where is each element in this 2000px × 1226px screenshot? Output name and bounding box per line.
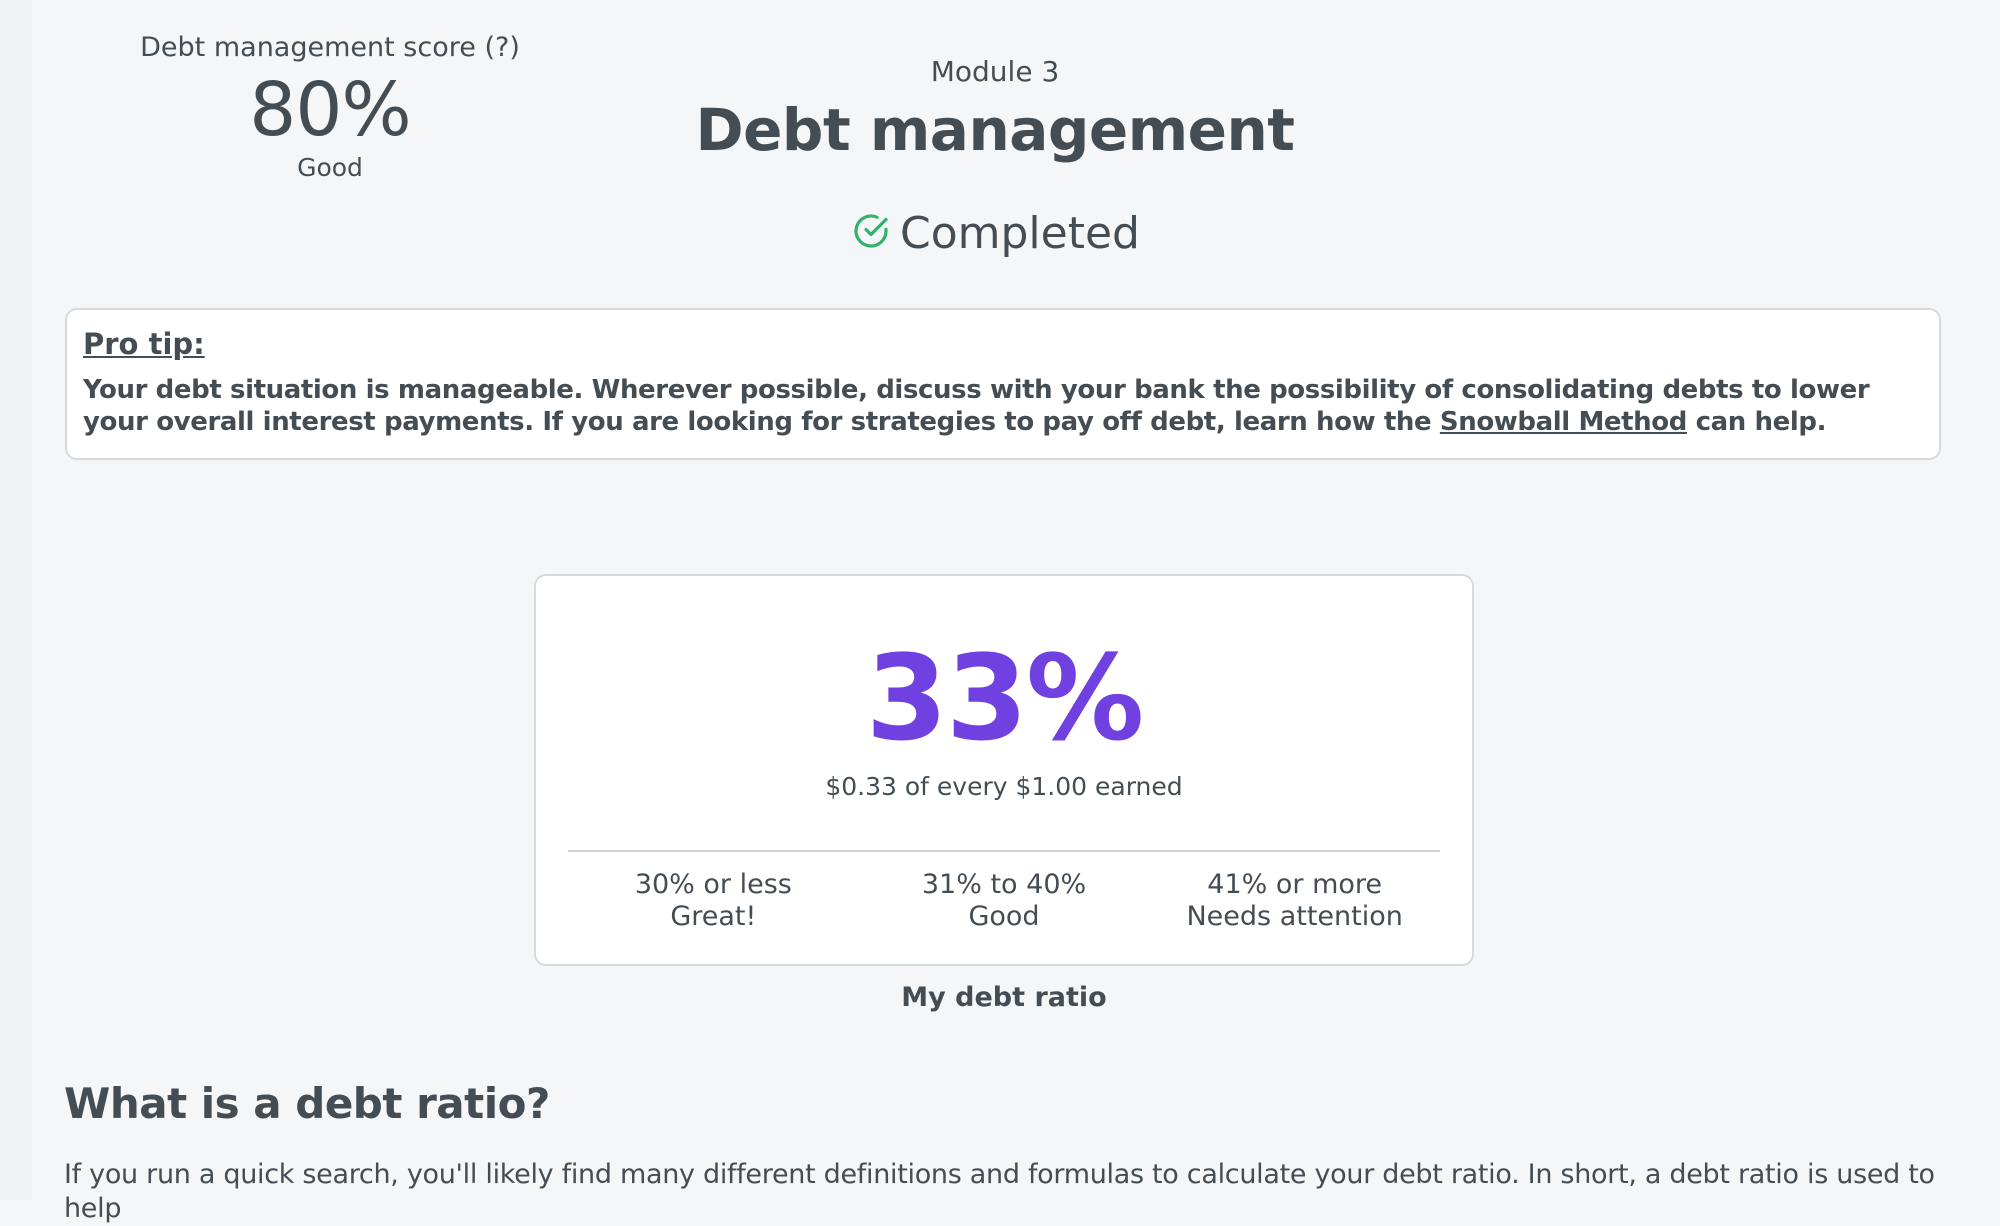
- debt-ratio-card: 33% $0.33 of every $1.00 earned 30% or l…: [534, 574, 1474, 966]
- scale-rating: Needs attention: [1186, 901, 1403, 932]
- pro-tip-body: Your debt situation is manageable. Where…: [83, 374, 1923, 438]
- pro-tip-card: Pro tip: Your debt situation is manageab…: [65, 308, 1941, 460]
- module-header: Module 3 Debt management: [600, 52, 1390, 166]
- module-label: Module 3: [930, 55, 1060, 88]
- pro-tip-text-end: can help.: [1686, 407, 1827, 437]
- debt-ratio-value: 33%: [865, 629, 1144, 767]
- score-label: Debt management score: [140, 32, 476, 63]
- scale-item-needs-attention: 41% or more Needs attention: [1149, 869, 1440, 933]
- scale-item-good: 31% to 40% Good: [859, 869, 1150, 933]
- score-value: 80%: [249, 67, 411, 153]
- score-help-link[interactable]: (?): [484, 32, 519, 63]
- ratio-scale: 30% or less Great! 31% to 40% Good 41% o…: [568, 869, 1440, 933]
- status-text: Completed: [900, 208, 1140, 259]
- score-label-line: Debt management score (?): [130, 30, 530, 66]
- scale-item-great: 30% or less Great!: [568, 869, 859, 933]
- section-body: If you run a quick search, you'll likely…: [64, 1159, 1935, 1224]
- scale-rating: Good: [968, 901, 1040, 932]
- score-rating: Good: [297, 153, 363, 182]
- scale-rating: Great!: [670, 901, 757, 932]
- debt-ratio-caption: My debt ratio: [901, 982, 1107, 1013]
- snowball-method-link[interactable]: Snowball Method: [1440, 407, 1687, 437]
- debt-ratio-subtitle: $0.33 of every $1.00 earned: [825, 772, 1183, 801]
- scale-range: 30% or less: [634, 869, 792, 900]
- pro-tip-title: Pro tip:: [83, 327, 205, 361]
- divider: [568, 850, 1440, 852]
- scale-range: 31% to 40%: [921, 869, 1087, 900]
- scale-range: 41% or more: [1207, 869, 1383, 900]
- page-left-gutter: [0, 0, 32, 1200]
- completion-status: Completed: [600, 202, 1390, 266]
- section-heading: What is a debt ratio?: [64, 1079, 550, 1128]
- debt-management-score: Debt management score (?) 80% Good: [130, 30, 530, 184]
- page-title: Debt management: [695, 96, 1295, 164]
- check-circle-icon: [854, 214, 888, 248]
